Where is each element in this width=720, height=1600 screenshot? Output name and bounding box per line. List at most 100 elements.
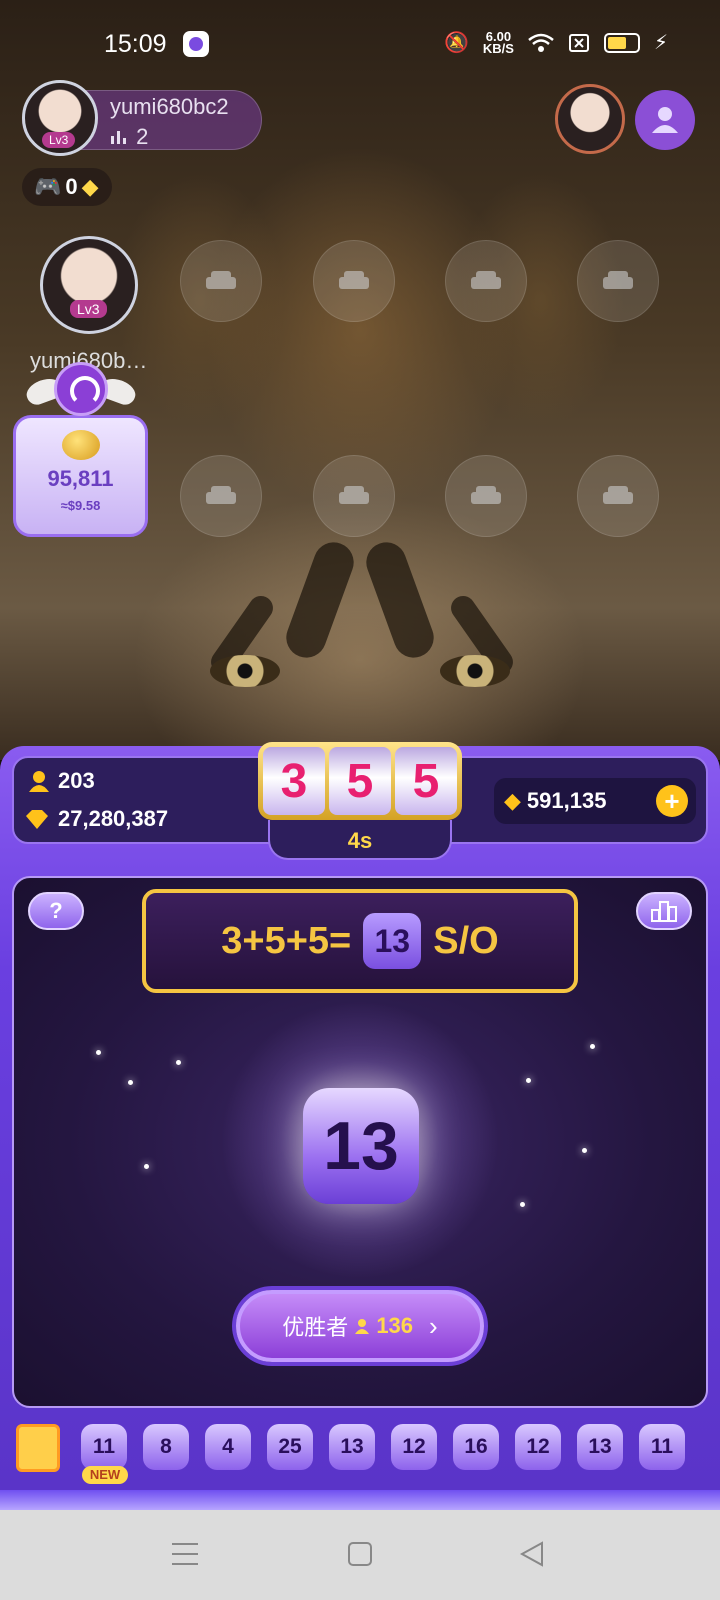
history-item: 4 xyxy=(205,1424,251,1470)
back-icon[interactable] xyxy=(518,1540,546,1568)
battery-icon xyxy=(603,32,640,53)
gift-usd: ≈$9.58 xyxy=(60,498,101,513)
app-notification-icon xyxy=(183,31,209,57)
round-timer: 4s xyxy=(268,820,452,860)
home-icon[interactable] xyxy=(346,1540,374,1568)
history-record-icon[interactable] xyxy=(16,1424,60,1472)
sofa-icon xyxy=(471,486,501,504)
menu-icon[interactable] xyxy=(170,1540,200,1568)
tiger-eye xyxy=(210,655,280,687)
reel-2: 5 xyxy=(329,747,391,815)
sparkle xyxy=(176,1060,181,1065)
top-user-avatar[interactable] xyxy=(555,84,625,154)
sparkle xyxy=(526,1078,531,1083)
user-icon xyxy=(355,1319,370,1334)
audience-button[interactable] xyxy=(635,90,695,150)
empty-seat[interactable] xyxy=(577,240,659,322)
sparkle xyxy=(520,1202,525,1207)
history-item: 13 xyxy=(577,1424,623,1470)
sofa-icon xyxy=(206,486,236,504)
reel-3: 5 xyxy=(395,747,457,815)
history-item: 8 xyxy=(143,1424,189,1470)
slot-reels: 3 5 5 xyxy=(258,742,462,820)
sofa-icon xyxy=(471,271,501,289)
gift-card[interactable]: 95,811 ≈$9.58 xyxy=(13,415,148,537)
empty-seat[interactable] xyxy=(180,240,262,322)
chevron-right-icon: › xyxy=(429,1310,438,1341)
host-viewers: 2 xyxy=(110,124,148,150)
status-indicators: 🔕 6.00 KB/S ⚡ xyxy=(444,30,668,55)
diamond-icon: ◆ xyxy=(504,788,521,813)
game-badge-count: 0 xyxy=(65,174,78,199)
history-item: 11 xyxy=(81,1424,127,1470)
diamond-balance: ◆ 591,135 + xyxy=(494,778,696,824)
host-name: yumi680bc2 xyxy=(110,94,229,119)
main-seat-avatar[interactable] xyxy=(40,236,138,334)
history-item: 11 xyxy=(639,1424,685,1470)
history-item: 12 xyxy=(391,1424,437,1470)
sparkle xyxy=(144,1164,149,1169)
panel-bottom-edge xyxy=(0,1490,720,1510)
empty-seat[interactable] xyxy=(180,455,262,537)
formula-result: 13 xyxy=(363,913,422,969)
sparkle xyxy=(96,1050,101,1055)
empty-seat[interactable] xyxy=(445,240,527,322)
winners-button[interactable]: 优胜者 136 › xyxy=(236,1290,484,1362)
sparkle xyxy=(590,1044,595,1049)
player-count-value: 203 xyxy=(58,768,95,793)
bean-icon xyxy=(62,430,100,460)
tiger-stripe xyxy=(280,536,360,664)
tiger-stripe xyxy=(360,536,440,664)
sofa-icon xyxy=(603,486,633,504)
main-seat-level: Lv3 xyxy=(70,300,107,318)
history-item: 12 xyxy=(515,1424,561,1470)
sofa-icon xyxy=(603,271,633,289)
net-speed: 6.00 KB/S xyxy=(482,30,514,56)
gift-amount: 95,811 xyxy=(47,466,114,491)
gamepad-icon: 🎮 xyxy=(34,174,62,199)
gems-icon xyxy=(26,810,48,829)
diamond-balance-value: 591,135 xyxy=(526,788,607,813)
player-count: 203 xyxy=(28,768,95,794)
winners-count: 136 xyxy=(376,1313,414,1338)
podium-icon xyxy=(651,901,677,922)
prize-pool: 27,280,387 xyxy=(24,806,168,832)
status-bar: 15:09 🔕 6.00 KB/S ⚡ xyxy=(0,0,720,90)
wifi-icon xyxy=(528,33,554,52)
prize-pool-value: 27,280,387 xyxy=(58,806,169,831)
recharge-button[interactable]: + xyxy=(656,785,688,817)
host-level-badge: Lv3 xyxy=(42,132,76,148)
sparkle xyxy=(128,1080,133,1085)
history-item: 16 xyxy=(453,1424,499,1470)
reel-1: 3 xyxy=(263,747,325,815)
formula-suffix: S/O xyxy=(433,919,499,962)
result-number: 13 xyxy=(303,1088,419,1204)
formula-expression: 3+5+5= xyxy=(221,919,352,962)
status-time: 15:09 xyxy=(104,30,167,58)
gift-badge-icon xyxy=(54,362,108,416)
game-badge[interactable]: 🎮 0 ◆ xyxy=(22,168,112,206)
ranking-button[interactable] xyxy=(636,892,692,930)
help-button[interactable]: ? xyxy=(28,892,84,930)
sparkle xyxy=(582,1148,587,1153)
tiger-eye xyxy=(440,655,510,687)
empty-seat[interactable] xyxy=(577,455,659,537)
empty-seat[interactable] xyxy=(313,240,395,322)
history-item: 13 xyxy=(329,1424,375,1470)
winners-label: 优胜者 xyxy=(282,1315,349,1340)
mute-icon: 🔕 xyxy=(443,32,469,54)
empty-seat[interactable] xyxy=(313,455,395,537)
sim-off-icon xyxy=(568,33,589,52)
diamond-icon: ◆ xyxy=(81,174,99,199)
viewer-count: 2 xyxy=(136,124,149,149)
user-icon xyxy=(29,771,49,792)
sofa-icon xyxy=(206,271,236,289)
signal-bars-icon xyxy=(111,131,126,144)
net-speed-unit: KB/S xyxy=(482,40,514,56)
users-icon xyxy=(652,107,678,133)
new-tag: NEW xyxy=(82,1466,128,1484)
result-formula: 3+5+5= 13 S/O xyxy=(142,889,578,993)
empty-seat[interactable] xyxy=(445,455,527,537)
charging-icon: ⚡ xyxy=(653,32,668,54)
history-item: 25 xyxy=(267,1424,313,1470)
